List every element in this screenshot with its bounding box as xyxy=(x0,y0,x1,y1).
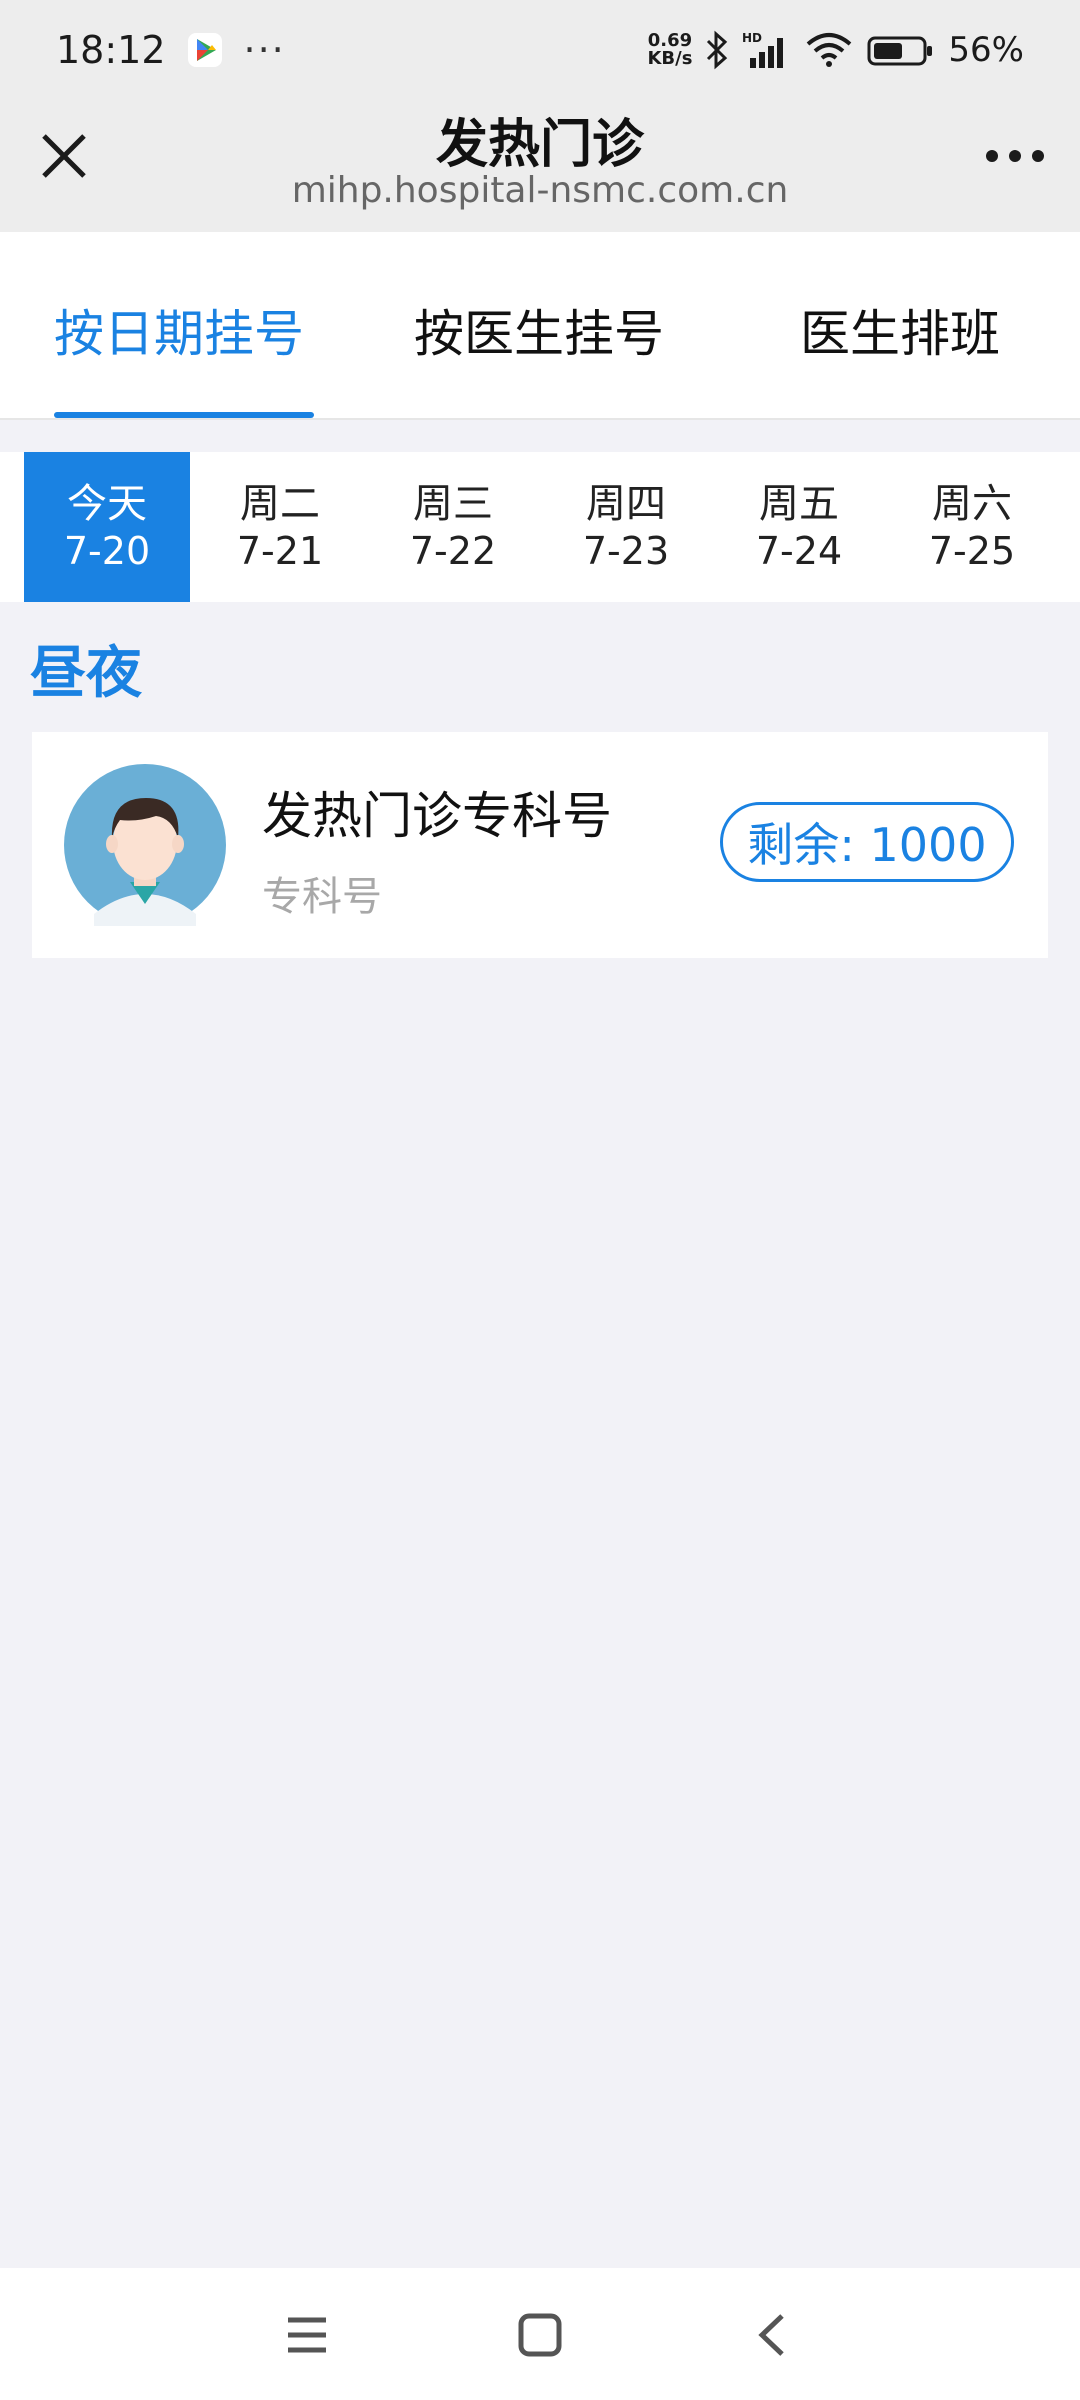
remaining-slots-button[interactable]: 剩余: 1000 xyxy=(720,802,1014,882)
date-item-tue[interactable]: 周二 7-21 xyxy=(197,452,363,602)
svg-text:HD: HD xyxy=(742,31,762,45)
network-speed: 0.69 KB/s xyxy=(647,32,692,68)
system-nav-bar xyxy=(0,2268,1080,2400)
date-day: 周四 xyxy=(586,481,666,527)
date-day: 今天 xyxy=(67,481,147,527)
date-day: 周五 xyxy=(759,481,839,527)
date-item-thu[interactable]: 周四 7-23 xyxy=(543,452,709,602)
status-bar-right: 0.69 KB/s HD 56% xyxy=(647,30,1024,70)
date-item-wed[interactable]: 周三 7-22 xyxy=(370,452,536,602)
status-bar-left: 18:12 ··· xyxy=(56,28,286,72)
date-num: 7-22 xyxy=(409,529,497,573)
date-item-fri[interactable]: 周五 7-24 xyxy=(716,452,882,602)
date-item-today[interactable]: 今天 7-20 xyxy=(24,452,190,602)
battery-icon xyxy=(867,36,933,66)
tab-by-date[interactable]: 按日期挂号 xyxy=(54,294,304,366)
tab-doctor-schedule[interactable]: 医生排班 xyxy=(800,294,1000,366)
status-overflow-icon: ··· xyxy=(243,28,286,72)
page-title: 发热门诊 xyxy=(435,115,644,175)
title-bar: 发热门诊 mihp.hospital-nsmc.com.cn xyxy=(0,100,1080,232)
status-time: 18:12 xyxy=(56,28,166,72)
network-speed-unit: KB/s xyxy=(647,48,693,69)
date-num: 7-25 xyxy=(928,529,1016,573)
wifi-icon xyxy=(807,33,852,67)
date-num: 7-21 xyxy=(236,529,324,573)
date-day: 周六 xyxy=(932,481,1012,527)
home-icon[interactable] xyxy=(513,2308,567,2362)
date-selector: 今天 7-20 周二 7-21 周三 7-22 周四 7-23 周五 7-24 … xyxy=(0,452,1080,602)
play-store-icon xyxy=(187,33,222,67)
date-num: 7-24 xyxy=(755,529,843,573)
registration-tabs: 按日期挂号 按医生挂号 医生排班 xyxy=(0,232,1080,420)
date-day: 周二 xyxy=(240,481,320,527)
date-num: 7-23 xyxy=(582,529,670,573)
date-day: 周三 xyxy=(413,481,493,527)
date-item-sat[interactable]: 周六 7-25 xyxy=(889,452,1055,602)
tab-by-doctor[interactable]: 按医生挂号 xyxy=(414,294,664,366)
battery-percent: 56% xyxy=(948,30,1024,70)
doctor-avatar xyxy=(64,764,226,926)
clinic-name: 发热门诊专科号 xyxy=(262,787,612,845)
back-icon[interactable] xyxy=(746,2308,800,2362)
status-bar: 18:12 ··· 0.69 KB/s HD 56% xyxy=(0,0,1080,100)
date-num: 7-20 xyxy=(63,529,151,573)
section-title: 昼夜 xyxy=(30,641,142,706)
clinic-type: 专科号 xyxy=(262,874,382,920)
clinic-card[interactable]: 发热门诊专科号 专科号 剩余: 1000 xyxy=(32,732,1048,958)
menu-icon[interactable] xyxy=(280,2308,334,2362)
hd-signal-icon: HD xyxy=(742,31,784,68)
page-url: mihp.hospital-nsmc.com.cn xyxy=(291,170,789,211)
active-tab-indicator xyxy=(54,412,314,418)
bluetooth-icon xyxy=(707,30,728,70)
more-icon[interactable] xyxy=(980,126,1050,186)
